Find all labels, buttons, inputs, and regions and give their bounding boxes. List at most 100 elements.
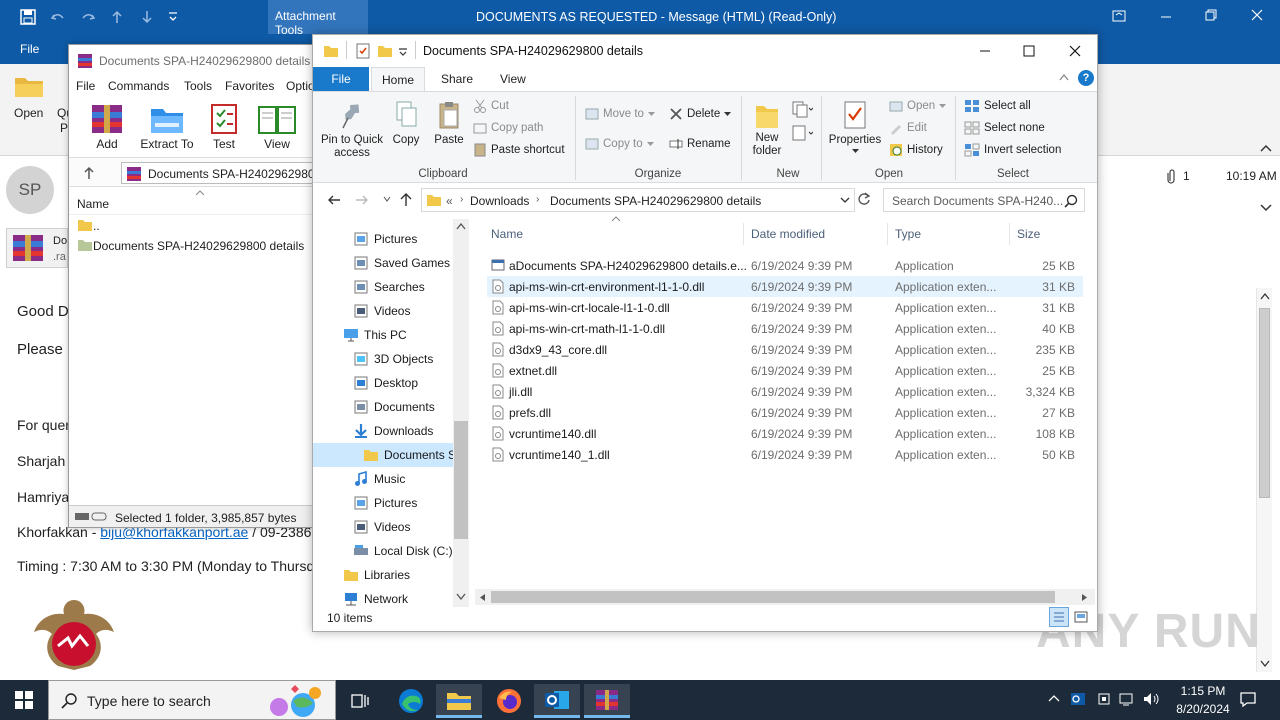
tree-item[interactable]: Searches <box>313 275 469 299</box>
list-item[interactable]: .. <box>69 215 313 235</box>
outlook-tray-icon[interactable] <box>1070 691 1086 707</box>
select-none-button[interactable]: Select none <box>964 118 1045 138</box>
address-bar[interactable]: « › Downloads › Documents SPA-H240296298… <box>421 188 855 212</box>
scroll-down-icon[interactable] <box>1260 660 1270 668</box>
expand-header-icon[interactable] <box>1260 204 1272 212</box>
scroll-thumb[interactable] <box>454 421 468 539</box>
winrar-menu-options[interactable]: Optio <box>286 79 315 93</box>
breadcrumb-overflow[interactable]: « <box>446 194 453 208</box>
attachment-chip[interactable]: Do .ra <box>6 228 68 268</box>
breadcrumb-current[interactable]: Documents SPA-H24029629800 details <box>550 194 761 208</box>
tree-item[interactable]: This PC <box>313 323 469 347</box>
easy-access-icon[interactable] <box>791 124 813 142</box>
scroll-up-icon[interactable] <box>1260 292 1270 300</box>
firefox-icon[interactable] <box>486 684 532 718</box>
new-item-icon[interactable] <box>791 100 813 118</box>
select-all-button[interactable]: Select all <box>964 96 1031 116</box>
copy-path-button[interactable]: Copy path <box>473 118 543 138</box>
paste-button[interactable]: Paste <box>431 100 467 147</box>
breadcrumb-downloads[interactable]: Downloads <box>470 194 529 208</box>
table-row[interactable]: api-ms-win-crt-locale-l1-1-0.dll 6/19/202… <box>487 297 1083 318</box>
copy-to-button[interactable]: Copy to <box>585 134 654 154</box>
edit-button[interactable]: Edit <box>889 118 927 138</box>
properties-quick-icon[interactable] <box>355 43 371 59</box>
tree-item[interactable]: Videos <box>313 515 469 539</box>
tree-item[interactable]: Documents <box>313 395 469 419</box>
tab-view[interactable]: View <box>500 72 526 86</box>
refresh-icon[interactable] <box>857 191 871 207</box>
winrar-menu-tools[interactable]: Tools <box>184 79 212 93</box>
windows-start-icon[interactable] <box>14 690 34 710</box>
tree-item[interactable]: Pictures <box>313 491 469 515</box>
invert-selection-button[interactable]: Invert selection <box>964 140 1061 160</box>
details-view-icon[interactable] <box>1049 607 1069 627</box>
outlook-minimize-button[interactable] <box>1160 10 1172 22</box>
customize-toolbar-icon[interactable] <box>168 11 178 23</box>
move-to-button[interactable]: Move to <box>585 104 655 124</box>
quick-access-dropdown-icon[interactable] <box>398 48 408 56</box>
cut-button[interactable]: Cut <box>473 96 509 116</box>
copy-button[interactable]: Copy <box>389 100 423 147</box>
help-icon[interactable]: ? <box>1078 70 1094 86</box>
explorer-minimize-button[interactable] <box>979 45 991 57</box>
extract-to-button[interactable]: Extract To <box>137 103 197 151</box>
outlook-close-button[interactable] <box>1251 9 1263 21</box>
winrar-taskbar-icon[interactable] <box>584 684 630 718</box>
redo-icon[interactable] <box>80 9 96 25</box>
winrar-path-field[interactable]: Documents SPA-H24029629800 <box>121 162 313 184</box>
explorer-maximize-button[interactable] <box>1023 45 1035 57</box>
up-arrow-icon[interactable] <box>399 192 413 207</box>
rename-button[interactable]: Rename <box>669 134 730 154</box>
notifications-icon[interactable] <box>1239 690 1257 708</box>
taskbar-search-box[interactable]: Type here to search <box>48 680 336 720</box>
scroll-right-icon[interactable] <box>1081 593 1088 602</box>
tab-share[interactable]: Share <box>441 72 473 86</box>
tree-item[interactable]: Desktop <box>313 371 469 395</box>
scroll-thumb[interactable] <box>491 591 1055 603</box>
scroll-left-icon[interactable] <box>479 593 486 602</box>
tree-item[interactable]: 3D Objects <box>313 347 469 371</box>
column-name[interactable]: Name <box>491 227 523 241</box>
table-row[interactable]: extnet.dll 6/19/2024 9:39 PM Application e… <box>487 360 1083 381</box>
column-divider[interactable] <box>1009 223 1010 245</box>
add-button[interactable]: Add <box>87 103 127 151</box>
clock-time[interactable]: 1:15 PM <box>1172 684 1234 698</box>
horizontal-scrollbar[interactable] <box>475 589 1095 605</box>
scroll-up-icon[interactable] <box>456 223 466 230</box>
table-row[interactable]: d3dx9_43_core.dll 6/19/2024 9:39 PM Applic… <box>487 339 1083 360</box>
ribbon-display-options-icon[interactable] <box>1112 9 1126 23</box>
search-box[interactable]: Search Documents SPA-H240... <box>883 188 1085 212</box>
open-button[interactable]: Open <box>889 96 947 116</box>
table-row[interactable]: api-ms-win-crt-math-l1-1-0.dll 6/19/2024 … <box>487 318 1083 339</box>
tree-item[interactable]: Saved Games <box>313 251 469 275</box>
tree-item[interactable]: Documents S <box>313 443 469 467</box>
column-divider[interactable] <box>887 223 888 245</box>
winrar-col-name[interactable]: Name <box>77 197 109 211</box>
table-row[interactable]: aDocuments SPA-H24029629800 details.e...… <box>487 255 1083 276</box>
pin-quick-access-button[interactable]: Pin to Quick access <box>319 100 385 160</box>
clock-date[interactable]: 8/20/2024 <box>1166 702 1240 716</box>
task-view-icon[interactable] <box>337 684 383 718</box>
winrar-menu-file[interactable]: File <box>76 79 95 93</box>
winrar-menu-favorites[interactable]: Favorites <box>225 79 274 93</box>
large-icons-view-icon[interactable] <box>1073 609 1089 625</box>
outlook-restore-button[interactable] <box>1205 9 1217 21</box>
back-arrow-icon[interactable] <box>327 193 341 207</box>
recent-locations-icon[interactable] <box>383 196 391 202</box>
table-row[interactable]: api-ms-win-crt-environment-l1-1-0.dll 6/1… <box>487 276 1083 297</box>
search-icon[interactable] <box>1064 194 1078 208</box>
properties-button[interactable]: Properties <box>827 100 883 154</box>
history-button[interactable]: History <box>889 140 943 160</box>
outlook-open-label[interactable]: Open <box>14 106 43 120</box>
tree-item[interactable]: Music <box>313 467 469 491</box>
column-size[interactable]: Size <box>1017 227 1040 241</box>
table-row[interactable]: vcruntime140.dll 6/19/2024 9:39 PM Applica… <box>487 423 1083 444</box>
up-folder-icon[interactable] <box>83 166 95 180</box>
collapse-ribbon-icon[interactable] <box>1260 144 1272 152</box>
save-icon[interactable] <box>20 9 36 25</box>
column-type[interactable]: Type <box>895 227 921 241</box>
scroll-thumb[interactable] <box>1259 308 1270 498</box>
outlook-file-tab[interactable]: File <box>20 42 39 56</box>
column-divider[interactable] <box>743 223 744 245</box>
column-date-modified[interactable]: Date modified <box>751 227 825 241</box>
